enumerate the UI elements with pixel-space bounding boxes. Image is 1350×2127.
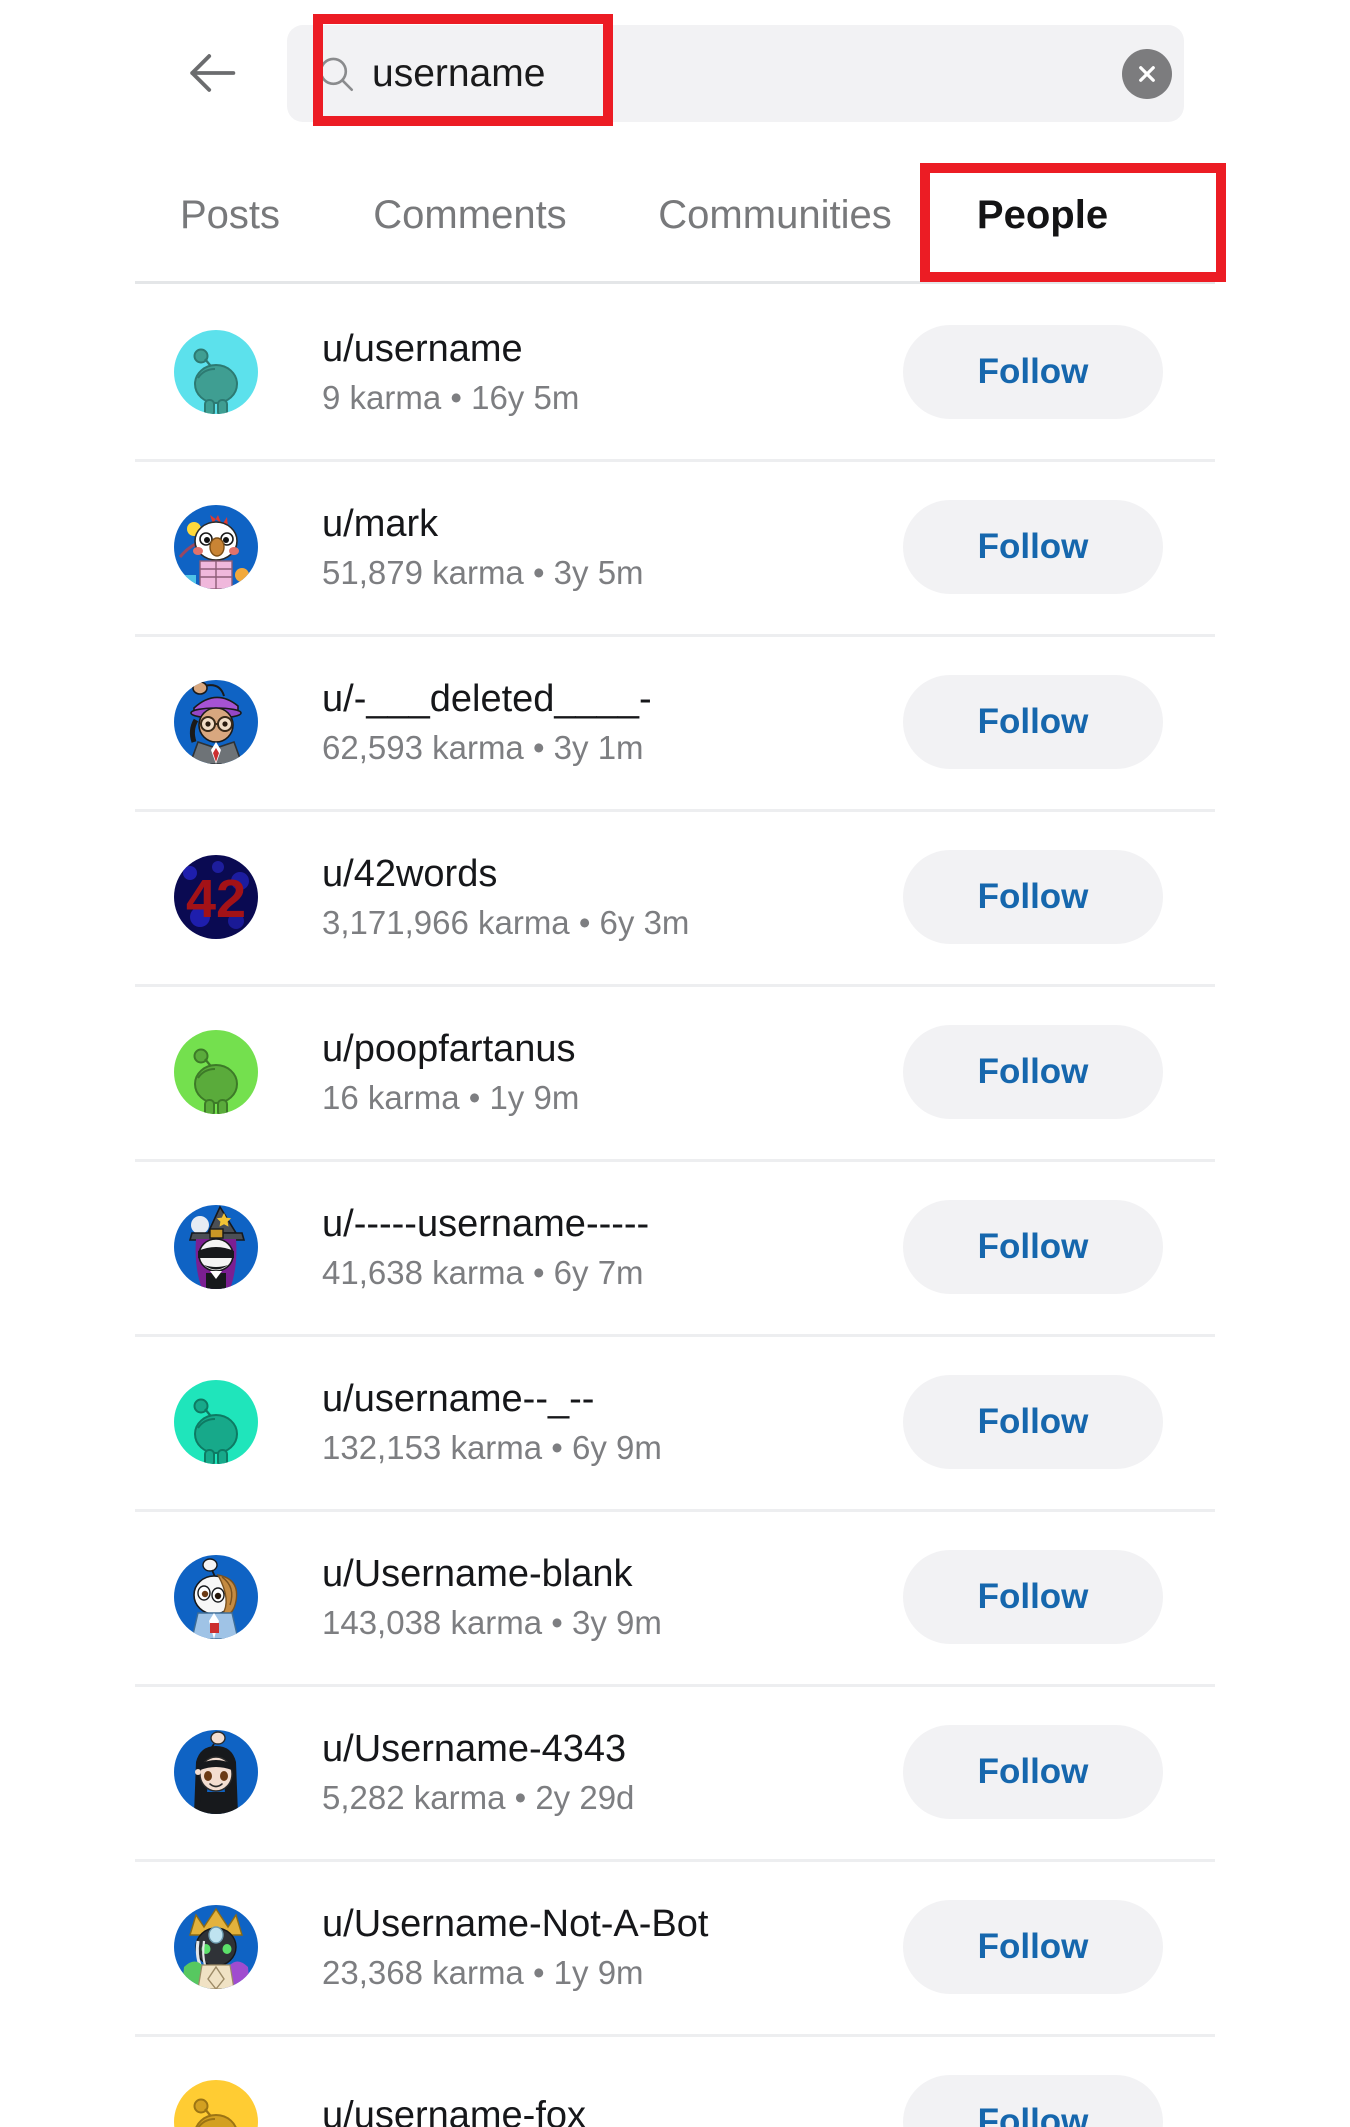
follow-button[interactable]: Follow — [903, 674, 1163, 769]
person-row[interactable]: u/Username-blank 143,038 karma • 3y 9m Fol… — [0, 1509, 1350, 1684]
tab-communities-label: Communities — [658, 192, 892, 237]
person-username[interactable]: u/poopfartanus — [322, 1030, 579, 1068]
search-tabs: Posts Comments Communities People — [0, 148, 1350, 282]
follow-button[interactable]: Follow — [903, 849, 1163, 944]
tab-people[interactable]: People — [955, 148, 1130, 282]
row-divider — [135, 1684, 1215, 1687]
person-row[interactable]: u/-___deleted____- 62,593 karma • 3y 1m Fo… — [0, 634, 1350, 809]
person-info: u/poopfartanus 16 karma • 1y 9m — [322, 1030, 579, 1114]
follow-button[interactable]: Follow — [903, 499, 1163, 594]
row-divider — [135, 984, 1215, 987]
person-info: u/username 9 karma • 16y 5m — [322, 330, 579, 414]
tab-communities[interactable]: Communities — [635, 148, 915, 282]
search-input-value: username — [372, 51, 546, 95]
follow-button[interactable]: Follow — [903, 1199, 1163, 1294]
avatar[interactable] — [174, 1029, 258, 1114]
person-info: u/42words 3,171,966 karma • 6y 3m — [322, 855, 689, 939]
person-karma-age: 132,153 karma • 6y 9m — [322, 1428, 662, 1466]
clear-search-button[interactable] — [1122, 49, 1172, 99]
person-karma-age: 5,282 karma • 2y 29d — [322, 1778, 635, 1816]
person-row[interactable]: u/Username-Not-A-Bot 23,368 karma • 1y 9m… — [0, 1859, 1350, 2034]
person-row[interactable]: u/-----username----- 41,638 karma • 6y 7m… — [0, 1159, 1350, 1334]
avatar[interactable] — [174, 679, 258, 764]
person-info: u/-___deleted____- 62,593 karma • 3y 1m — [322, 680, 652, 764]
person-username[interactable]: u/Username-Not-A-Bot — [322, 1905, 708, 1943]
follow-button[interactable]: Follow — [903, 1374, 1163, 1469]
avatar[interactable] — [174, 2079, 258, 2127]
back-button[interactable] — [178, 37, 250, 109]
person-karma-age: 143,038 karma • 3y 9m — [322, 1603, 662, 1641]
row-divider — [135, 1859, 1215, 1862]
avatar[interactable] — [174, 1204, 258, 1289]
follow-button[interactable]: Follow — [903, 2074, 1163, 2127]
person-info: u/-----username----- 41,638 karma • 6y 7m — [322, 1205, 649, 1289]
back-arrow-icon — [190, 54, 236, 92]
avatar[interactable] — [174, 1729, 258, 1814]
tab-comments-label: Comments — [373, 192, 567, 237]
person-info: u/Username-Not-A-Bot 23,368 karma • 1y 9m — [322, 1905, 708, 1989]
person-karma-age: 23,368 karma • 1y 9m — [322, 1953, 644, 1991]
row-divider — [135, 2034, 1215, 2037]
follow-button[interactable]: Follow — [903, 324, 1163, 419]
person-karma-age: 51,879 karma • 3y 5m — [322, 553, 644, 591]
row-divider — [135, 1159, 1215, 1162]
close-icon — [1139, 66, 1155, 82]
person-username[interactable]: u/Username-4343 — [322, 1730, 634, 1768]
person-row[interactable]: u/username--_-- 132,153 karma • 6y 9m Foll… — [0, 1334, 1350, 1509]
person-row[interactable]: u/username-fox Follow — [0, 2034, 1350, 2127]
person-info: u/Username-4343 5,282 karma • 2y 29d — [322, 1730, 634, 1814]
follow-button[interactable]: Follow — [903, 1899, 1163, 1994]
svg-text:42: 42 — [186, 869, 246, 929]
person-info: u/Username-blank 143,038 karma • 3y 9m — [322, 1555, 662, 1639]
follow-button[interactable]: Follow — [903, 1724, 1163, 1819]
person-row[interactable]: u/username 9 karma • 16y 5m Follow — [0, 284, 1350, 459]
tab-posts[interactable]: Posts — [160, 148, 300, 282]
search-input[interactable]: username — [287, 25, 1184, 122]
person-karma-age: 62,593 karma • 3y 1m — [322, 728, 644, 766]
person-karma-age: 9 karma • 16y 5m — [322, 378, 580, 416]
person-username[interactable]: u/username — [322, 330, 579, 368]
person-row[interactable]: u/Username-4343 5,282 karma • 2y 29d Follo… — [0, 1684, 1350, 1859]
person-username[interactable]: u/Username-blank — [322, 1555, 662, 1593]
avatar[interactable]: 42 — [174, 854, 258, 939]
row-divider — [135, 459, 1215, 462]
person-username[interactable]: u/mark — [322, 505, 644, 543]
person-username[interactable]: u/-----username----- — [322, 1205, 649, 1243]
avatar[interactable] — [174, 1379, 258, 1464]
avatar[interactable] — [174, 1554, 258, 1639]
person-karma-age: 41,638 karma • 6y 7m — [322, 1253, 644, 1291]
row-divider — [135, 809, 1215, 812]
search-icon — [314, 52, 358, 96]
row-divider — [135, 1334, 1215, 1337]
follow-button[interactable]: Follow — [903, 1549, 1163, 1644]
search-header: username — [0, 0, 1350, 146]
person-row[interactable]: u/poopfartanus 16 karma • 1y 9m Follow — [0, 984, 1350, 1159]
avatar[interactable] — [174, 1904, 258, 1989]
tab-comments[interactable]: Comments — [360, 148, 580, 282]
person-karma-age: 16 karma • 1y 9m — [322, 1078, 580, 1116]
person-username[interactable]: u/42words — [322, 855, 689, 893]
row-divider — [135, 1509, 1215, 1512]
avatar[interactable] — [174, 329, 258, 414]
person-username[interactable]: u/username-fox — [322, 2096, 586, 2127]
tab-posts-label: Posts — [179, 192, 281, 237]
person-username[interactable]: u/-___deleted____- — [322, 680, 652, 718]
people-results-list: u/username 9 karma • 16y 5m Follow u/mark 51… — [0, 284, 1350, 2127]
person-info: u/username--_-- 132,153 karma • 6y 9m — [322, 1380, 662, 1464]
person-info: u/username-fox — [322, 2096, 586, 2127]
person-row[interactable]: u/mark 51,879 karma • 3y 5m Follow — [0, 459, 1350, 634]
avatar[interactable] — [174, 504, 258, 589]
row-divider — [135, 634, 1215, 637]
search-results-screen: username Posts Comments Communities Peop… — [0, 0, 1350, 2127]
person-username[interactable]: u/username--_-- — [322, 1380, 662, 1418]
follow-button[interactable]: Follow — [903, 1024, 1163, 1119]
person-row[interactable]: 42 u/42words 3,171,966 karma • 6y 3m Follow — [0, 809, 1350, 984]
tab-people-label: People — [976, 192, 1109, 237]
person-karma-age: 3,171,966 karma • 6y 3m — [322, 903, 690, 941]
person-info: u/mark 51,879 karma • 3y 5m — [322, 505, 644, 589]
